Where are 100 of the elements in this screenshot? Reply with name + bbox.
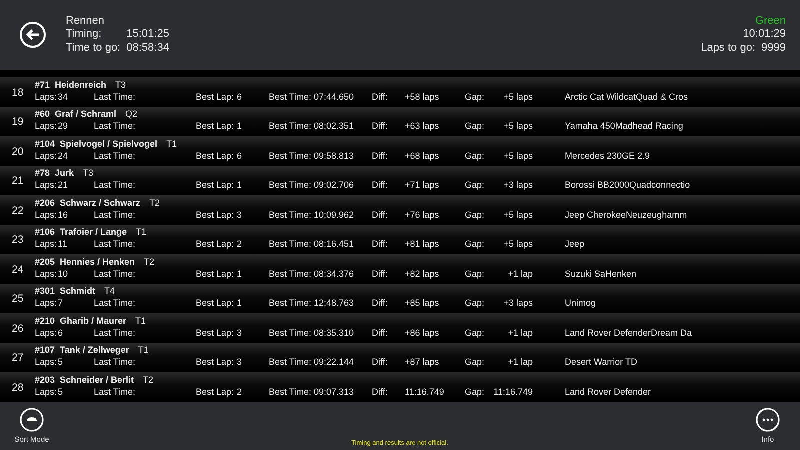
- field-value: 34: [58, 92, 70, 102]
- vehicle-name: Suzuki SaHenken: [565, 268, 637, 280]
- field-label: Gap:: [465, 150, 486, 162]
- position-number: 26: [11, 322, 25, 334]
- field-label: Best Time:: [269, 210, 313, 220]
- field-value: 1: [237, 180, 244, 191]
- field-value: 3: [237, 210, 244, 220]
- field-value: 08:35.310: [314, 328, 356, 338]
- field-label: Best Time:: [269, 239, 313, 250]
- field-label: Best Lap:: [196, 328, 236, 338]
- position-number: 23: [11, 233, 25, 246]
- driver-name: #203 Schneider / Berlit: [35, 374, 134, 386]
- field-label: Gap:: [465, 121, 486, 132]
- class-label: T3: [116, 80, 126, 90]
- class-label: T1: [166, 138, 178, 150]
- field-value: 08:02.351: [314, 121, 356, 132]
- back-button[interactable]: [20, 22, 46, 48]
- field-label: Gap:: [465, 298, 486, 309]
- more-icon: [756, 408, 780, 432]
- field-value: +5 laps: [502, 150, 533, 162]
- field-value: +1 lap: [507, 268, 533, 280]
- field-value: 24: [58, 150, 70, 162]
- position-number: 28: [11, 380, 25, 394]
- field-label: Best Lap:: [196, 92, 236, 102]
- field-value: +87 laps: [405, 357, 440, 368]
- field-value: 09:07.313: [314, 386, 356, 398]
- field-label: Laps:: [35, 298, 58, 309]
- field-value: 11:16.749: [493, 386, 533, 398]
- field-label: Laps:: [35, 328, 58, 338]
- vehicle-name: Borossi BB2000Quadconnectio: [565, 180, 690, 191]
- field-label: Gap:: [465, 180, 486, 191]
- field-value: 7: [58, 298, 64, 309]
- field-label: Diff:: [372, 239, 389, 250]
- field-label: Diff:: [372, 328, 389, 338]
- field-label: Last Time:: [94, 357, 137, 368]
- field-value: 29: [58, 121, 70, 132]
- field-label: Laps:: [35, 150, 58, 162]
- field-label: Last Time:: [94, 298, 137, 309]
- field-label: Diff:: [372, 210, 389, 220]
- field-label: Diff:: [372, 150, 389, 162]
- field-value: +1 lap: [507, 328, 533, 338]
- field-value: +71 laps: [405, 180, 440, 191]
- driver-name: #210 Gharib / Maurer: [35, 316, 127, 326]
- field-label: Best Time:: [269, 121, 313, 132]
- field-label: Laps:: [35, 386, 58, 398]
- position-number: 18: [11, 86, 25, 98]
- vehicle-name: Land Rover DefenderDream Da: [565, 328, 692, 338]
- class-label: T1: [136, 227, 147, 238]
- field-label: Laps:: [35, 92, 58, 102]
- field-label: Best Time:: [269, 386, 313, 398]
- field-label: Best Lap:: [196, 298, 236, 309]
- field-label: Laps:: [35, 210, 58, 220]
- field-label: Last Time:: [94, 328, 137, 338]
- field-label: Best Lap:: [196, 180, 236, 191]
- field-value: 5: [58, 386, 64, 398]
- vehicle-name: Yamaha 450Madhead Racing: [565, 121, 684, 132]
- field-value: 2: [237, 239, 244, 250]
- position-number: 24: [11, 262, 25, 276]
- field-label: Last Time:: [94, 180, 137, 191]
- field-label: Last Time:: [94, 210, 137, 220]
- field-value: 08:16.451: [314, 239, 356, 250]
- class-label: T2: [144, 256, 155, 268]
- field-label: Gap:: [465, 92, 486, 102]
- field-label: Last Time:: [94, 386, 137, 398]
- field-value: +68 laps: [405, 150, 440, 162]
- field-label: Best Lap:: [196, 357, 236, 368]
- field-value: 1: [237, 298, 244, 309]
- field-label: Gap:: [465, 357, 486, 368]
- field-label: Laps:: [35, 121, 58, 132]
- field-value: +81 laps: [405, 239, 440, 250]
- field-label: Last Time:: [94, 268, 137, 280]
- field-value: 3: [237, 357, 244, 368]
- field-label: Gap:: [465, 328, 486, 338]
- vehicle-name: Mercedes 230GE 2.9: [565, 150, 650, 162]
- driver-name: #107 Tank / Zellweger: [35, 345, 130, 356]
- driver-name: #78 Jurk: [35, 168, 74, 179]
- class-label: T1: [138, 345, 149, 356]
- field-label: Best Lap:: [196, 150, 236, 162]
- field-value: +1 lap: [507, 357, 533, 368]
- field-value: +5 laps: [502, 92, 533, 102]
- field-label: Diff:: [372, 357, 389, 368]
- field-label: Laps:: [35, 357, 58, 368]
- field-label: Laps:: [35, 239, 58, 250]
- time-to-go-value: 08:58:34: [126, 42, 170, 56]
- field-label: Laps:: [35, 180, 58, 191]
- field-value: 2: [237, 386, 244, 398]
- field-value: +5 laps: [502, 210, 533, 220]
- class-label: T2: [143, 374, 154, 386]
- field-value: 09:58.813: [314, 150, 356, 162]
- field-label: Diff:: [372, 386, 389, 398]
- field-value: 21: [58, 180, 70, 191]
- field-label: Gap:: [465, 386, 486, 398]
- field-value: 6: [237, 150, 244, 162]
- driver-name: #71 Heidenreich: [35, 80, 107, 90]
- class-label: T2: [150, 198, 160, 208]
- vehicle-name: Jeep CherokeeNeuzeughamm: [565, 210, 688, 220]
- field-value: 5: [58, 357, 64, 368]
- field-value: +58 laps: [405, 92, 440, 102]
- field-label: Best Lap:: [196, 121, 236, 132]
- field-value: 11: [58, 239, 68, 250]
